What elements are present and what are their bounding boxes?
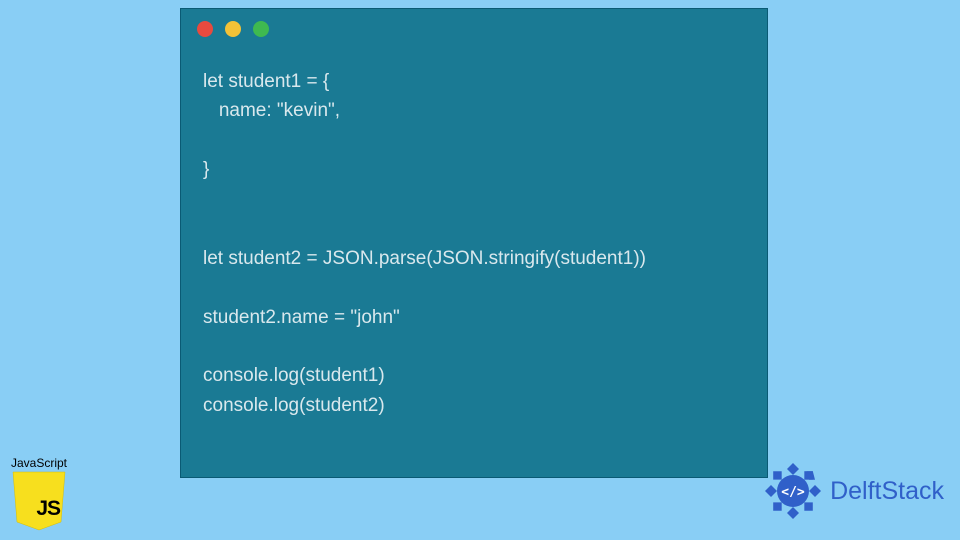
code-window: let student1 = { name: "kevin", } let st… (180, 8, 768, 478)
delftstack-gear-icon: </> (762, 460, 824, 522)
code-line: let student1 = { (203, 71, 329, 92)
javascript-logo-icon: JS (11, 470, 67, 532)
javascript-badge: JavaScript JS (6, 456, 72, 532)
window-titlebar (181, 9, 767, 49)
svg-text:</>: </> (781, 485, 805, 500)
code-line: student2.name = "john" (203, 307, 400, 328)
code-line: name: "kevin", (203, 100, 340, 121)
close-icon[interactable] (197, 21, 213, 37)
code-line: } (203, 159, 209, 180)
minimize-icon[interactable] (225, 21, 241, 37)
code-content: let student1 = { name: "kevin", } let st… (181, 49, 767, 420)
delftstack-text: DelftStack (830, 477, 944, 506)
js-logo-text: JS (36, 497, 60, 521)
code-line: console.log(student1) (203, 365, 385, 386)
code-line: let student2 = JSON.parse(JSON.stringify… (203, 248, 646, 269)
delftstack-logo: </> DelftStack (762, 460, 944, 522)
maximize-icon[interactable] (253, 21, 269, 37)
javascript-label: JavaScript (6, 456, 72, 470)
code-line: console.log(student2) (203, 395, 385, 416)
